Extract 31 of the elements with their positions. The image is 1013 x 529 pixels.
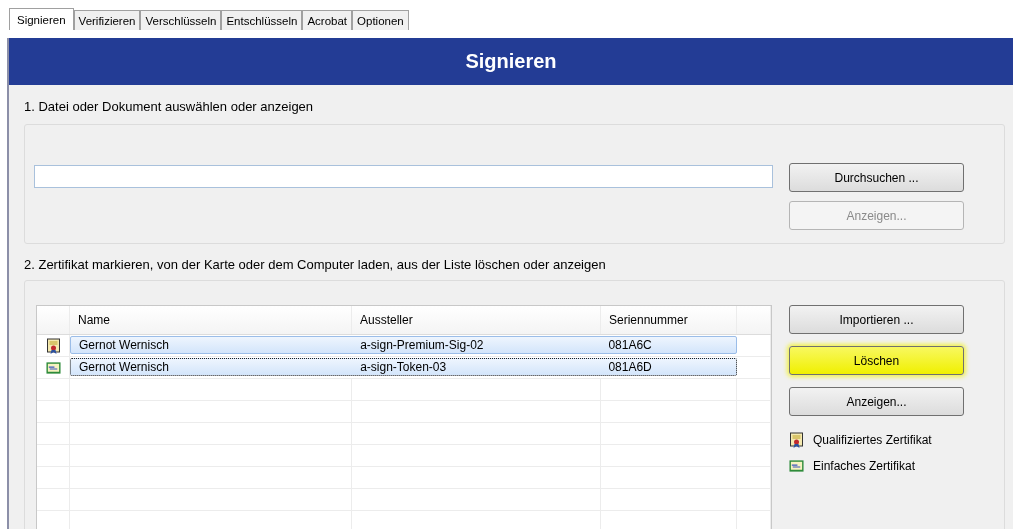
tab[interactable]: Verschlüsseln — [140, 10, 222, 30]
certificate-icon — [45, 337, 61, 354]
browse-button[interactable]: Durchsuchen ... — [789, 163, 964, 192]
title-banner: Signieren — [9, 38, 1013, 85]
delete-button[interactable]: Löschen — [789, 346, 964, 375]
legend-label: Qualifiziertes Zertifikat — [813, 433, 932, 447]
table-cell-text: a-sign-Token-03 — [359, 359, 448, 375]
import-button[interactable]: Importieren ... — [789, 305, 964, 334]
section-heading: 2. Zertifikat markieren, von der Karte oder dem Computer laden, aus der Liste löschen oder anzeigen — [24, 256, 607, 274]
column-header[interactable]: Seriennummer — [601, 306, 737, 334]
certificate-icon — [45, 359, 61, 376]
table-cell-text: Gernot Wernisch — [78, 337, 170, 353]
view-button[interactable]: Anzeigen... — [789, 387, 964, 416]
table-cell-text: 081A6C — [607, 337, 653, 353]
section-heading: 1. Datei oder Dokument auswählen oder anzeigen — [24, 98, 315, 116]
table-cell-text: Gernot Wernisch — [78, 359, 170, 375]
certificate-icon — [789, 458, 804, 474]
tab[interactable]: Entschlüsseln — [221, 10, 303, 30]
tab[interactable]: Optionen — [352, 10, 409, 30]
certificate-icon — [789, 432, 804, 448]
table-row[interactable]: Gernot Wernisch a-sign-Token-03 081A6D — [70, 358, 737, 376]
legend-label: Einfaches Zertifikat — [813, 459, 916, 473]
file-path-field[interactable] — [34, 165, 773, 188]
column-header[interactable]: Aussteller — [352, 306, 601, 334]
tab[interactable]: Verifizieren — [73, 10, 141, 30]
table-cell-text: 081A6D — [607, 359, 653, 375]
tab[interactable]: Acrobat — [302, 10, 353, 30]
column-header[interactable]: Name — [70, 306, 352, 334]
table-cell-text: a-sign-Premium-Sig-02 — [359, 337, 485, 353]
tab[interactable]: Signieren — [9, 8, 74, 30]
table-row[interactable]: Gernot Wernisch a-sign-Premium-Sig-02 081A6C — [70, 336, 737, 354]
